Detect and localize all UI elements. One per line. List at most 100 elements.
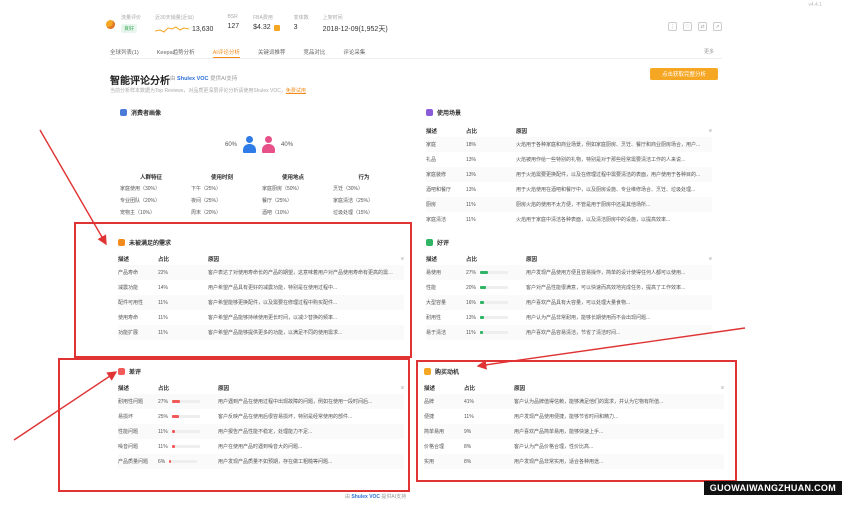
percent-bar-fill <box>480 285 486 289</box>
metric-bsr: BSR 127 <box>227 14 239 30</box>
tab-more-dropdown[interactable]: 更多 <box>704 48 714 55</box>
tab-bar: 全球列表(1) Keepa趋势分析 AI评论分析 关键词推荐 竞品对比 评论采集… <box>110 45 722 59</box>
row-label: 家庭装修 <box>426 167 466 182</box>
row-reason: 用于火焰需要更换配件，以及在修理过程中需要清洁的表面，用户使用于各种目的... <box>516 167 702 182</box>
fba-info-icon[interactable] <box>273 24 280 31</box>
male-avatar-icon <box>243 136 257 154</box>
attr-item: 家庭清洁（25%） <box>333 198 374 204</box>
row-percent-cell: 11% <box>466 325 526 340</box>
column-menu-icon[interactable]: ≡ <box>702 124 712 137</box>
attr-item: 下午（25%） <box>191 186 222 192</box>
row-label: 耐用性 <box>426 315 442 321</box>
table-row[interactable]: 礼品 13% 火焰被用作给一些特别的礼物，特别是对于那些经常需要清洁工作的人来说..… <box>426 152 712 167</box>
table-row[interactable]: 家庭 18% 火焰用于各种家庭和商业场景，例如家庭厨房、烹饪、餐厅和商业厨房场合，用… <box>426 137 712 152</box>
footer-brand-link[interactable]: Shulex VOC <box>351 494 380 500</box>
tab-review-collect[interactable]: 评论采集 <box>343 45 365 58</box>
attr-item: 专业团队（20%） <box>120 198 161 204</box>
row-percent: 27% <box>466 269 477 276</box>
tab-keywords[interactable]: 关键词推荐 <box>258 45 286 58</box>
metric-sales: 近30天销量(近似) 13,630 <box>155 14 213 34</box>
female-avatar-icon <box>262 136 276 154</box>
row-percent: 20% <box>466 284 477 291</box>
more-icon[interactable]: ⋮ <box>668 22 677 31</box>
table-row[interactable]: 性能 20% 客户对产品性能很满意，可以快速而高效地完成任务，提高了工作效率... <box>426 280 712 295</box>
consumer-profile-panel: 消费者画像 <box>120 106 400 118</box>
tab-keepa[interactable]: Keepa趋势分析 <box>157 45 195 58</box>
column-header: 占比 <box>466 256 478 263</box>
row-label: 酒吧和餐厅 <box>426 187 452 193</box>
row-percent-cell: 13% <box>466 182 516 197</box>
subtitle-text: 当前分析样本数据为Top Reviews，对品质更深层评论分析请使用Shulex… <box>110 88 286 94</box>
row-label: 大型容量 <box>426 295 466 310</box>
heart-icon[interactable]: ♡ <box>683 22 692 31</box>
row-reason: 用户喜欢产品具有大容量，可以处理大量食物... <box>526 295 702 310</box>
column-header: 占比 <box>466 128 478 135</box>
sales-sparkline-icon <box>155 26 190 33</box>
metric-fba: FBA费用 $4.32 <box>253 14 280 31</box>
metric-label: 流量评价 <box>121 15 142 21</box>
scenario-icon <box>426 108 433 116</box>
row-reason: 用户认为产品非常耐用，能够长期使用而不会出现问题... <box>526 315 651 321</box>
table-row[interactable]: 家庭装修 13% 用于火焰需要更换配件，以及在修理过程中需要清洁的表面，用户使用于各… <box>426 167 712 182</box>
attr-header: 使用地点 <box>281 175 304 181</box>
attr-item: 餐厅（25%） <box>262 198 293 204</box>
compare-icon[interactable]: ⇄ <box>698 22 707 31</box>
positive-reviews-panel: 好评 描述 占比 原因 ≡ 易使用 27% 用户发现产品使用方便且容易操作，简单的设计使得任… <box>426 236 712 340</box>
metric-label: BSR <box>227 14 238 20</box>
tab-global-list[interactable]: 全球列表(1) <box>110 45 139 58</box>
shulex-brand-link[interactable]: Shulex VOC <box>177 76 208 82</box>
attr-item: 周末（20%） <box>191 210 222 216</box>
row-label: 厨房 <box>426 197 466 212</box>
table-row[interactable]: 大型容量 16% 用户喜欢产品具有大容量，可以处理大量食物... <box>426 295 712 310</box>
panel-title: 使用场景 <box>437 110 462 117</box>
attr-item: 家庭使用（30%） <box>120 186 161 192</box>
row-percent-cell: 16% <box>466 295 526 310</box>
percent-bar-fill <box>480 270 488 274</box>
positive-reviews-table: 描述 占比 原因 ≡ 易使用 27% 用户发现产品使用方便且容易操作，简单的设计使得任何人都… <box>426 252 712 340</box>
column-menu-icon[interactable]: ≡ <box>702 252 712 265</box>
version-label: v4.4.1 <box>808 2 822 8</box>
percent-bar <box>480 315 509 319</box>
table-row[interactable]: 酒吧和餐厅 13% 用于火焰使用在酒吧和餐厅中，以及厨房设施、专业维修场合、烹饪、垃… <box>426 182 712 197</box>
row-reason: 火焰用于家庭中清洁各种表面，以及清洁厨房中的设施，以提高效率... <box>516 217 671 223</box>
table-row[interactable]: 厨房 11% 厨房火焰的使用不太方便，不管是用于厨房中还是其他场所... <box>426 197 712 212</box>
table-row[interactable]: 易于清洁 11% 用户喜欢产品容易清洁，节省了清洁时间... <box>426 325 712 340</box>
row-percent: 11% <box>466 216 476 223</box>
annotation-box-unmet <box>74 222 412 358</box>
annotation-box-purchase <box>416 360 737 482</box>
attr-column: 人群特征 家庭使用（30%） 专业团队（20%） 宠物主（10%） <box>120 173 182 221</box>
table-row[interactable]: 家庭清洁 11% 火焰用于家庭中清洁各种表面，以及清洁厨房中的设施，以提高效率... <box>426 212 712 227</box>
row-percent: 13% <box>466 186 477 193</box>
get-full-analysis-button[interactable]: 点击获取完整分析 <box>650 68 718 80</box>
attr-item: 家庭厨房（50%） <box>262 186 303 192</box>
percent-bar-fill <box>480 315 484 319</box>
tab-compare[interactable]: 竞品对比 <box>303 45 325 58</box>
row-percent: 18% <box>466 141 477 148</box>
row-percent: 16% <box>466 299 477 306</box>
tab-ai-review[interactable]: AI评论分析 <box>212 45 240 58</box>
metric-listing-date: 上架时间 2018-12-09(1,952天) <box>323 14 388 34</box>
metric-value: 2018-12-09(1,952天) <box>322 26 388 33</box>
footer-powered-by: 由 Shulex VOC 提供AI支持 <box>345 493 406 500</box>
row-label: 礼品 <box>426 157 437 163</box>
row-label: 性能 <box>426 285 437 291</box>
attr-item: 酒吧（10%） <box>262 210 293 216</box>
row-label: 易使用 <box>426 265 466 280</box>
table-header-row: 描述 占比 原因 ≡ <box>426 252 712 265</box>
product-metrics: 流量评价 良好 近30天销量(近似) 13,630 BSR 127 FBA费用 … <box>106 14 726 42</box>
table-header-row: 描述 占比 原因 ≡ <box>426 124 712 137</box>
row-percent-cell: 13% <box>466 167 516 182</box>
attr-item: 宠物主（10%） <box>120 210 156 216</box>
column-header: 描述 <box>426 256 438 263</box>
table-row[interactable]: 易使用 27% 用户发现产品使用方便且容易操作，简单的设计使得任何人都可以使用... <box>426 265 712 280</box>
share-icon[interactable]: ↗ <box>713 22 722 31</box>
table-row[interactable]: 耐用性 13% 用户认为产品非常耐用，能够长期使用而不会出现问题... <box>426 310 712 325</box>
row-percent-cell: 27% <box>466 265 526 280</box>
product-logo-icon <box>106 20 115 29</box>
row-percent-cell: 11% <box>466 197 516 212</box>
free-trial-link[interactable]: 免费试用 <box>286 88 306 94</box>
footer-prefix: 由 <box>345 494 351 500</box>
attr-header: 人群特征 <box>139 175 162 181</box>
attr-item: 垃圾处理（15%） <box>333 210 374 216</box>
row-percent-cell: 13% <box>466 310 526 325</box>
